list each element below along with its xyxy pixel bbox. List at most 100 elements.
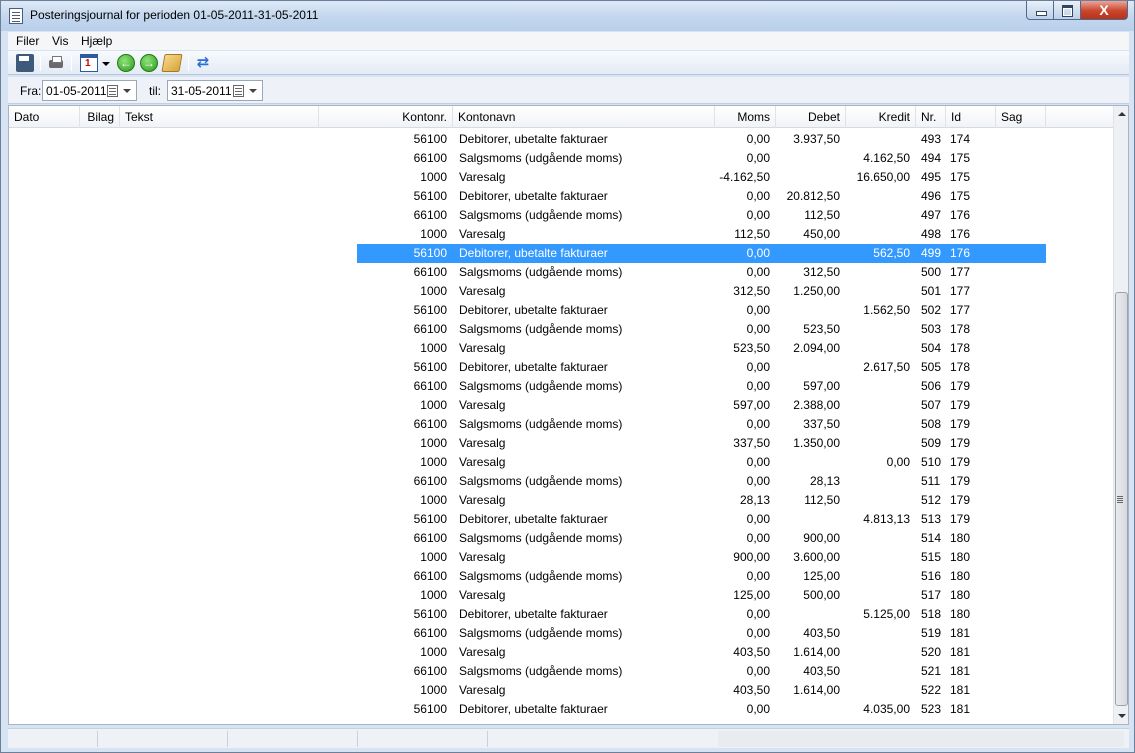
- vertical-scrollbar[interactable]: [1113, 106, 1128, 724]
- refresh-icon[interactable]: ⇄: [194, 54, 212, 72]
- close-button[interactable]: X: [1081, 1, 1128, 20]
- menu-vis[interactable]: Vis: [52, 34, 68, 48]
- column-header-debet[interactable]: Debet: [776, 106, 846, 128]
- table-row[interactable]: 56100 Debitorer, ubetalte fakturaer 0,00 4.…: [9, 700, 1113, 719]
- cell-id: 180: [950, 588, 971, 602]
- table-row[interactable]: 56100 Debitorer, ubetalte fakturaer 0,00 3.…: [9, 130, 1113, 149]
- cell-debet: 3.937,50: [793, 132, 840, 146]
- table-row[interactable]: 66100 Salgsmoms (udgående moms) 0,00 523,50…: [9, 320, 1113, 339]
- table-row[interactable]: 66100 Salgsmoms (udgående moms) 0,00 337,50…: [9, 415, 1113, 434]
- title-bar[interactable]: Posteringsjournal for perioden 01-05-201…: [1, 1, 1134, 31]
- calendar-icon[interactable]: [80, 54, 98, 72]
- cell-nr: 518: [921, 607, 942, 621]
- cell-kontonr: 66100: [413, 664, 447, 678]
- column-header-sag[interactable]: Sag: [996, 106, 1046, 128]
- table-row[interactable]: 56100 Debitorer, ubetalte fakturaer 0,00 5.…: [9, 605, 1113, 624]
- table-row[interactable]: 66100 Salgsmoms (udgående moms) 0,00 4.162,…: [9, 149, 1113, 168]
- back-icon[interactable]: ←: [117, 54, 135, 72]
- to-label: til:: [149, 84, 161, 98]
- table-row[interactable]: 56100 Debitorer, ubetalte fakturaer 0,00 56…: [9, 244, 1113, 263]
- cell-moms: 0,00: [746, 151, 770, 165]
- cell-kontonr: 1000: [420, 341, 447, 355]
- table-row[interactable]: 66100 Salgsmoms (udgående moms) 0,00 597,00…: [9, 377, 1113, 396]
- column-header-kontonr[interactable]: Kontonr.: [319, 106, 453, 128]
- cell-moms: 0,00: [746, 322, 770, 336]
- cell-kontonr: 66100: [413, 208, 447, 222]
- chevron-down-icon[interactable]: [123, 89, 131, 93]
- table-row[interactable]: 66100 Salgsmoms (udgående moms) 0,00 28,13 5…: [9, 472, 1113, 491]
- journal-grid[interactable]: Dato Bilag Tekst Kontonr. Kontonavn Moms…: [8, 105, 1129, 725]
- table-row[interactable]: 66100 Salgsmoms (udgående moms) 0,00 312,50…: [9, 263, 1113, 282]
- cell-moms: 28,13: [739, 493, 770, 507]
- cell-nr: 520: [921, 645, 942, 659]
- journal-icon[interactable]: [161, 54, 183, 72]
- scroll-down-icon[interactable]: [1114, 708, 1128, 724]
- chevron-down-icon[interactable]: [249, 89, 257, 93]
- cell-moms: 597,00: [733, 398, 770, 412]
- table-row[interactable]: 56100 Debitorer, ubetalte fakturaer 0,00 2.…: [9, 358, 1113, 377]
- cell-moms: 0,00: [746, 531, 770, 545]
- scroll-up-icon[interactable]: [1114, 106, 1128, 122]
- save-icon[interactable]: [16, 54, 34, 72]
- column-header-bilag[interactable]: Bilag: [80, 106, 120, 128]
- table-row[interactable]: 1000 Varesalg 112,50 450,00 498 176: [9, 225, 1113, 244]
- table-row[interactable]: 1000 Varesalg 312,50 1.250,00 501 177: [9, 282, 1113, 301]
- table-row[interactable]: 1000 Varesalg 28,13 112,50 512 179: [9, 491, 1113, 510]
- cell-kredit: 4.813,13: [863, 512, 910, 526]
- window-title: Posteringsjournal for perioden 01-05-201…: [30, 8, 319, 22]
- table-row[interactable]: 56100 Debitorer, ubetalte fakturaer 0,00 4.…: [9, 510, 1113, 529]
- cell-id: 175: [950, 189, 971, 203]
- table-row[interactable]: 66100 Salgsmoms (udgående moms) 0,00 403,50…: [9, 662, 1113, 681]
- toolbar-separator: [40, 55, 41, 71]
- table-row[interactable]: 66100 Salgsmoms (udgående moms) 0,00 900,00…: [9, 529, 1113, 548]
- menu-filer[interactable]: Filer: [16, 34, 39, 48]
- cell-nr: 494: [921, 151, 942, 165]
- table-row[interactable]: 1000 Varesalg 337,50 1.350,00 509 179: [9, 434, 1113, 453]
- table-row[interactable]: 66100 Salgsmoms (udgående moms) 0,00 112,50…: [9, 206, 1113, 225]
- table-row[interactable]: 56100 Debitorer, ubetalte fakturaer 0,00 20…: [9, 187, 1113, 206]
- table-row[interactable]: 66100 Salgsmoms (udgående moms) 0,00 403,50…: [9, 624, 1113, 643]
- cell-id: 180: [950, 569, 971, 583]
- minimize-button[interactable]: [1026, 1, 1054, 20]
- cell-kontonavn: Salgsmoms (udgående moms): [459, 531, 623, 545]
- table-row[interactable]: 66100 Salgsmoms (udgående moms) 0,00 125,00…: [9, 567, 1113, 586]
- cell-moms: 0,00: [746, 474, 770, 488]
- column-header-id[interactable]: Id: [946, 106, 996, 128]
- from-date-picker[interactable]: 01-05-2011: [42, 80, 137, 101]
- column-header-moms[interactable]: Moms: [715, 106, 776, 128]
- cell-nr: 505: [921, 360, 942, 374]
- cell-kontonavn: Varesalg: [459, 170, 506, 184]
- cell-debet: 500,00: [803, 588, 840, 602]
- menu-hjaelp[interactable]: Hjælp: [81, 34, 112, 48]
- print-icon[interactable]: [47, 54, 65, 72]
- table-row[interactable]: 1000 Varesalg 403,50 1.614,00 522 181: [9, 681, 1113, 700]
- column-header-dato[interactable]: Dato: [9, 106, 80, 128]
- column-header-kredit[interactable]: Kredit: [846, 106, 916, 128]
- horizontal-scrollbar[interactable]: [718, 731, 1124, 747]
- cell-debet: 900,00: [803, 531, 840, 545]
- cell-kontonavn: Debitorer, ubetalte fakturaer: [459, 303, 608, 317]
- table-row[interactable]: 1000 Varesalg 523,50 2.094,00 504 178: [9, 339, 1113, 358]
- table-row[interactable]: 1000 Varesalg -4.162,50 16.650,00 495 175: [9, 168, 1113, 187]
- cell-kontonr: 1000: [420, 645, 447, 659]
- journal-window-icon: [9, 8, 23, 24]
- cell-nr: 507: [921, 398, 942, 412]
- cell-debet: 1.250,00: [793, 284, 840, 298]
- table-row[interactable]: 1000 Varesalg 900,00 3.600,00 515 180: [9, 548, 1113, 567]
- scrollbar-thumb[interactable]: [1115, 292, 1128, 706]
- column-header-kontonavn[interactable]: Kontonavn: [453, 106, 715, 128]
- table-row[interactable]: 1000 Varesalg 403,50 1.614,00 520 181: [9, 643, 1113, 662]
- to-date-picker[interactable]: 31-05-2011: [167, 80, 263, 101]
- chevron-down-icon[interactable]: [102, 62, 110, 66]
- table-row[interactable]: 1000 Varesalg 125,00 500,00 517 180: [9, 586, 1113, 605]
- cell-kontonr: 1000: [420, 550, 447, 564]
- cell-moms: -4.162,50: [719, 170, 770, 184]
- cell-kontonavn: Salgsmoms (udgående moms): [459, 569, 623, 583]
- table-row[interactable]: 1000 Varesalg 597,00 2.388,00 507 179: [9, 396, 1113, 415]
- column-header-nr[interactable]: Nr.: [916, 106, 946, 128]
- column-header-tekst[interactable]: Tekst: [120, 106, 319, 128]
- table-row[interactable]: 56100 Debitorer, ubetalte fakturaer 0,00 1.…: [9, 301, 1113, 320]
- forward-icon[interactable]: →: [140, 54, 158, 72]
- table-row[interactable]: 1000 Varesalg 0,00 0,00 510 179: [9, 453, 1113, 472]
- maximize-button[interactable]: [1054, 1, 1081, 20]
